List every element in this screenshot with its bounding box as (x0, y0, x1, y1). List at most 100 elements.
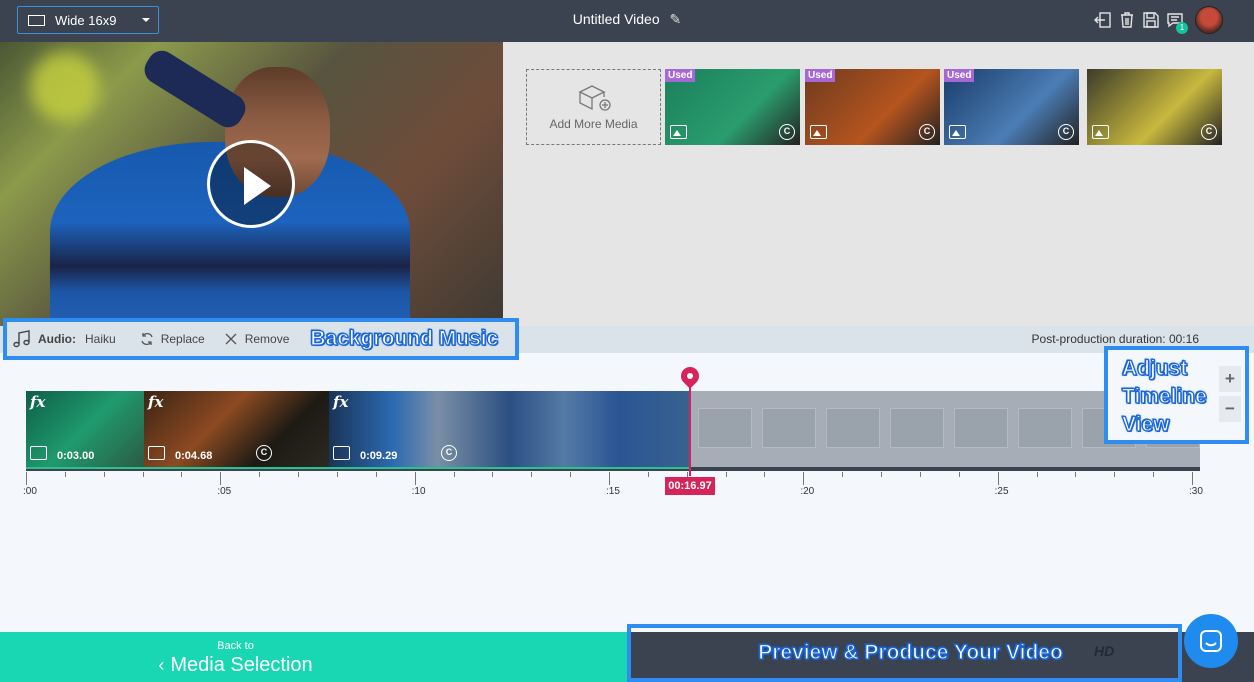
ruler-label: :10 (411, 486, 426, 497)
timeline-clip[interactable]: fx 0:03.00 (26, 391, 144, 467)
music-note-icon (13, 330, 30, 348)
replace-audio-button[interactable]: Replace (139, 331, 205, 347)
timeline-progress-bar (26, 467, 1200, 471)
ruler-tick (142, 472, 144, 477)
media-library: Add More Media Used C Used C Used C C (503, 42, 1254, 326)
ruler-label: :20 (800, 486, 815, 497)
chat-icon (1200, 630, 1222, 652)
notification-badge: 1 (1176, 22, 1188, 34)
add-media-box-icon (578, 85, 611, 111)
exit-icon[interactable] (1094, 10, 1112, 30)
ruler-tick (259, 472, 261, 477)
empty-timeline-slot (954, 408, 1008, 448)
timeline-progress-fill (26, 467, 689, 469)
refresh-icon (141, 332, 153, 346)
copyright-icon: C (441, 445, 457, 461)
media-thumbnail[interactable]: C (1087, 69, 1222, 145)
close-icon (225, 333, 237, 345)
ruler-tick (1114, 472, 1116, 477)
empty-timeline-slot (698, 408, 752, 448)
ruler-tick (64, 472, 66, 477)
video-preview (0, 42, 503, 326)
audio-label: Audio: (38, 332, 76, 346)
timeline-clip[interactable]: fx 0:04.68 C (144, 391, 329, 467)
ruler-tick (997, 472, 999, 485)
video-title[interactable]: Untitled Video (573, 11, 660, 27)
media-thumbnail[interactable]: Used C (665, 69, 800, 145)
callout-line: Timeline (1121, 384, 1207, 408)
zoom-in-button[interactable]: + (1219, 366, 1241, 392)
background-music-callout: Background Music (310, 326, 499, 350)
ruler-tick (414, 472, 416, 485)
playhead-line[interactable] (689, 383, 691, 476)
hd-label: HD (1094, 643, 1115, 659)
used-badge: Used (665, 69, 696, 82)
ruler-tick (1192, 472, 1193, 485)
callout-line: Adjust (1121, 356, 1188, 380)
ruler-tick (220, 472, 222, 485)
video-title-area: Untitled Video ✎ (0, 11, 1254, 28)
avatar[interactable] (1195, 6, 1223, 34)
ruler-tick (1075, 472, 1077, 477)
fx-icon[interactable]: fx (148, 393, 163, 411)
ruler-tick (26, 472, 27, 485)
image-icon (810, 125, 827, 139)
ruler-tick (609, 472, 610, 485)
adjust-timeline-callout-box: Adjust Timeline View + − (1104, 346, 1249, 444)
ruler-tick (764, 472, 766, 477)
fx-icon[interactable]: fx (30, 393, 45, 411)
audio-track-name: Haiku (85, 332, 116, 346)
media-selection-label: Media Selection (170, 654, 313, 676)
copyright-icon: C (919, 124, 935, 140)
ruler-tick (958, 472, 960, 477)
ruler-tick (103, 472, 105, 477)
ruler-tick (842, 472, 844, 477)
top-toolbar: 1 (1094, 10, 1188, 34)
used-badge: Used (805, 69, 836, 82)
zoom-out-button[interactable]: − (1219, 396, 1241, 422)
remove-label: Remove (244, 332, 290, 346)
ruler-label: :25 (994, 486, 1009, 497)
back-to-media-selection-button[interactable]: Back to ‹ Media Selection (0, 632, 627, 682)
ruler-tick (492, 472, 494, 477)
empty-timeline-slot (890, 408, 944, 448)
comments-icon[interactable]: 1 (1166, 10, 1188, 34)
chat-support-button[interactable] (1184, 614, 1238, 668)
remove-audio-button[interactable]: Remove (223, 331, 290, 347)
media-thumbnail[interactable]: Used C (805, 69, 940, 145)
timeline-clip[interactable]: fx 0:09.29 C (329, 391, 691, 467)
image-icon (148, 446, 165, 460)
fx-icon[interactable]: fx (333, 393, 348, 411)
trash-icon[interactable] (1118, 10, 1136, 30)
top-bar: Wide 16x9 Untitled Video ✎ 1 (0, 0, 1254, 42)
media-thumbnail[interactable]: Used C (944, 69, 1079, 145)
add-more-media-label: Add More Media (549, 117, 638, 131)
image-icon (333, 446, 350, 460)
play-button[interactable] (207, 140, 295, 228)
ruler-label: :15 (606, 486, 620, 497)
playhead-time: 00:16.97 (665, 477, 715, 495)
ruler-tick (725, 472, 727, 477)
ruler-tick (881, 472, 883, 477)
empty-timeline-slot (826, 408, 880, 448)
ruler-label: :05 (217, 486, 232, 497)
timeline-track[interactable]: fx 0:03.00 fx 0:04.68 C fx 0:09.29 C (26, 391, 1200, 467)
ruler-tick (1153, 472, 1155, 477)
save-icon[interactable] (1142, 10, 1160, 30)
ruler-tick (336, 472, 338, 477)
clip-duration: 0:03.00 (57, 450, 95, 462)
ruler-tick (531, 472, 533, 477)
background-music-callout-box: Audio: Haiku Replace Remove Background M… (3, 318, 519, 360)
back-to-label: Back to (217, 640, 254, 652)
pencil-icon[interactable]: ✎ (670, 11, 682, 28)
image-icon (1092, 125, 1109, 139)
post-production-duration: Post-production duration: 00:16 (1031, 332, 1199, 346)
ruler-tick (181, 472, 183, 477)
copyright-icon: C (256, 445, 272, 461)
copyright-icon: C (779, 124, 795, 140)
image-icon (670, 125, 687, 139)
ruler-label: :00 (23, 486, 37, 497)
callout-line: View (1121, 412, 1170, 436)
add-more-media-button[interactable]: Add More Media (526, 69, 661, 145)
ruler-tick (647, 472, 649, 477)
